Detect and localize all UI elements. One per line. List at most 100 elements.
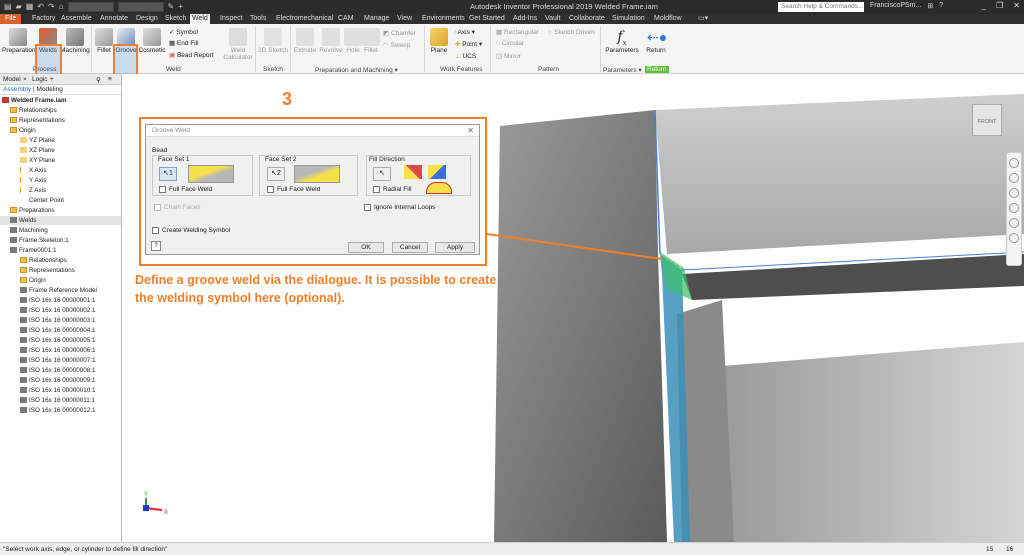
tab-inspect[interactable]: Inspect <box>218 14 245 24</box>
full-face-weld-2-checkbox[interactable]: Full Face Weld <box>267 186 320 193</box>
orbit-icon[interactable] <box>1009 203 1019 213</box>
tree-node[interactable]: YZ Plane <box>20 136 55 145</box>
tab-get-started[interactable]: Get Started <box>467 14 507 24</box>
tab-sketch[interactable]: Sketch <box>163 14 188 24</box>
tab-weld[interactable]: Weld <box>190 14 210 24</box>
tree-node[interactable]: ISO 16x 16 00000008:1 <box>20 366 96 375</box>
tree-node[interactable]: Z Axis <box>20 186 46 195</box>
search-icon[interactable]: ⚲ <box>96 76 101 84</box>
tab-environments[interactable]: Environments <box>420 14 467 24</box>
fillet-weld-button[interactable]: Fillet <box>94 26 114 54</box>
cancel-button[interactable]: Cancel <box>392 242 428 253</box>
fill-direction-select-button[interactable]: ↖ <box>373 167 391 181</box>
chain-faces-checkbox[interactable]: Chain Faces <box>154 204 201 211</box>
appearance-combo[interactable] <box>117 2 164 12</box>
bead-report-button[interactable]: ▣ Bead Report <box>169 51 213 59</box>
machining-button[interactable]: Machining <box>60 26 90 54</box>
extrude-button[interactable]: Extrude <box>292 26 318 54</box>
tab-cam[interactable]: CAM <box>336 14 356 24</box>
prep-fillet-button[interactable]: Fillet <box>362 26 380 54</box>
tree-node[interactable]: XZ Plane <box>20 146 55 155</box>
tab-view[interactable]: View <box>395 14 414 24</box>
restore-icon[interactable]: ❐ <box>996 1 1003 10</box>
material-combo[interactable] <box>67 2 114 12</box>
undo-icon[interactable]: ↶ <box>37 2 44 12</box>
symbol-button[interactable]: ✓ Symbol <box>169 28 198 36</box>
tree-node[interactable]: Origin <box>20 276 46 285</box>
tab-design[interactable]: Design <box>134 14 160 24</box>
ucs-button[interactable]: ⊥ UCS <box>455 52 476 60</box>
close-icon[interactable]: ✕ <box>467 126 474 135</box>
tree-node[interactable]: ISO 16x 16 00000002:1 <box>20 306 96 315</box>
tree-node[interactable]: ISO 16x 16 00000001:1 <box>20 296 96 305</box>
flip-direction-icon[interactable] <box>428 165 446 179</box>
minimize-icon[interactable]: _ <box>982 1 986 10</box>
tree-node[interactable]: ISO 16x 16 00000010:1 <box>20 386 96 395</box>
weld-calculator-button[interactable]: Weld Calculator <box>222 26 254 61</box>
full-face-weld-1-checkbox[interactable]: Full Face Weld <box>159 186 212 193</box>
tree-node[interactable]: Machining <box>10 226 48 235</box>
tree-node[interactable]: Y Axis <box>20 176 46 185</box>
chamfer-button[interactable]: ◩ Chamfer <box>383 29 416 37</box>
viewcube[interactable]: FRONT <box>972 104 1002 136</box>
tab-overflow-icon[interactable]: ▭▾ <box>696 14 710 24</box>
cart-icon[interactable]: ⊞ <box>927 2 933 10</box>
tree-node[interactable]: Frame Reference Model <box>20 286 97 295</box>
face-set-1-select-button[interactable]: ↖1 <box>159 167 177 181</box>
tree-node[interactable]: Frame0001:1 <box>10 246 56 255</box>
parameters-button[interactable]: fx Parameters <box>604 26 640 54</box>
mirror-button[interactable]: ◫ Mirror <box>496 52 521 60</box>
tab-manage[interactable]: Manage <box>362 14 391 24</box>
close-icon[interactable]: × <box>23 76 27 83</box>
tree-node[interactable]: ISO 16x 16 00000012:1 <box>20 406 96 415</box>
tree-node[interactable]: Origin <box>10 126 36 135</box>
steering-wheel-icon[interactable] <box>1009 158 1019 168</box>
user-name[interactable]: FranciscoPSm... <box>870 2 921 10</box>
tab-model[interactable]: Model <box>3 76 21 83</box>
search-input[interactable]: Search Help & Commands... <box>778 2 864 12</box>
tab-file[interactable]: File <box>0 14 22 24</box>
plus-icon[interactable]: + <box>178 2 183 12</box>
point-button[interactable]: ✚ Point ▾ <box>455 40 482 48</box>
tree-node[interactable]: Representations <box>20 266 75 275</box>
zoom-icon[interactable] <box>1009 188 1019 198</box>
rectangular-pattern-button[interactable]: ▦ Rectangular <box>496 28 539 36</box>
tab-assemble[interactable]: Assemble <box>59 14 94 24</box>
tab-add-ins[interactable]: Add-Ins <box>511 14 539 24</box>
tree-node[interactable]: XY Plane <box>20 156 55 165</box>
tree-node[interactable]: ISO 16x 16 00000007:1 <box>20 356 96 365</box>
create-welding-symbol-checkbox[interactable]: Create Welding Symbol <box>152 227 230 234</box>
sketch-driven-button[interactable]: ⁘ Sketch Driven <box>547 28 595 36</box>
cosmetic-weld-button[interactable]: Cosmetic <box>138 26 166 54</box>
menu-icon[interactable]: ≡ <box>108 76 112 83</box>
tab-electromechanical[interactable]: Electromechanical <box>274 14 335 24</box>
axis-button[interactable]: ⁄ Axis ▾ <box>455 28 475 36</box>
end-fill-button[interactable]: ▦ End Fill <box>169 39 199 47</box>
tree-node[interactable]: Center Point <box>20 196 64 205</box>
adjust-icon[interactable]: ✎ <box>168 2 175 12</box>
tree-node[interactable]: ISO 16x 16 00000011:1 <box>20 396 95 405</box>
tab-moldflow[interactable]: Moldflow <box>652 14 684 24</box>
redo-icon[interactable]: ↷ <box>48 2 55 12</box>
return-button[interactable]: ⇠● Return <box>644 26 668 54</box>
view-menu-icon[interactable] <box>1009 233 1019 243</box>
hole-button[interactable]: Hole <box>344 26 362 54</box>
ok-button[interactable]: OK <box>348 242 384 253</box>
tree-node-selected[interactable]: Welds <box>0 216 121 225</box>
ignore-internal-loops-checkbox[interactable]: Ignore Internal Loops <box>364 204 435 211</box>
fill-direction-icon[interactable] <box>404 165 422 179</box>
home-icon[interactable]: ⌂ <box>59 2 64 12</box>
tree-node[interactable]: X Axis <box>20 166 47 175</box>
tab-logic[interactable]: Logic <box>32 76 48 83</box>
tab-annotate[interactable]: Annotate <box>98 14 130 24</box>
tree-node[interactable]: Representations <box>10 116 65 125</box>
close-icon[interactable]: ✕ <box>1013 1 1020 10</box>
new-icon[interactable]: ▤ <box>4 2 12 12</box>
tab-simulation[interactable]: Simulation <box>610 14 647 24</box>
plane-button[interactable]: Plane <box>428 26 450 54</box>
tree-node[interactable]: Relationships <box>10 106 57 115</box>
tree-node[interactable]: Preparations <box>10 206 55 215</box>
face-set-2-select-button[interactable]: ↖2 <box>267 167 285 181</box>
tree-node[interactable]: ISO 16x 16 00000005:1 <box>20 336 96 345</box>
tree-node[interactable]: ISO 16x 16 00000004:1 <box>20 326 96 335</box>
